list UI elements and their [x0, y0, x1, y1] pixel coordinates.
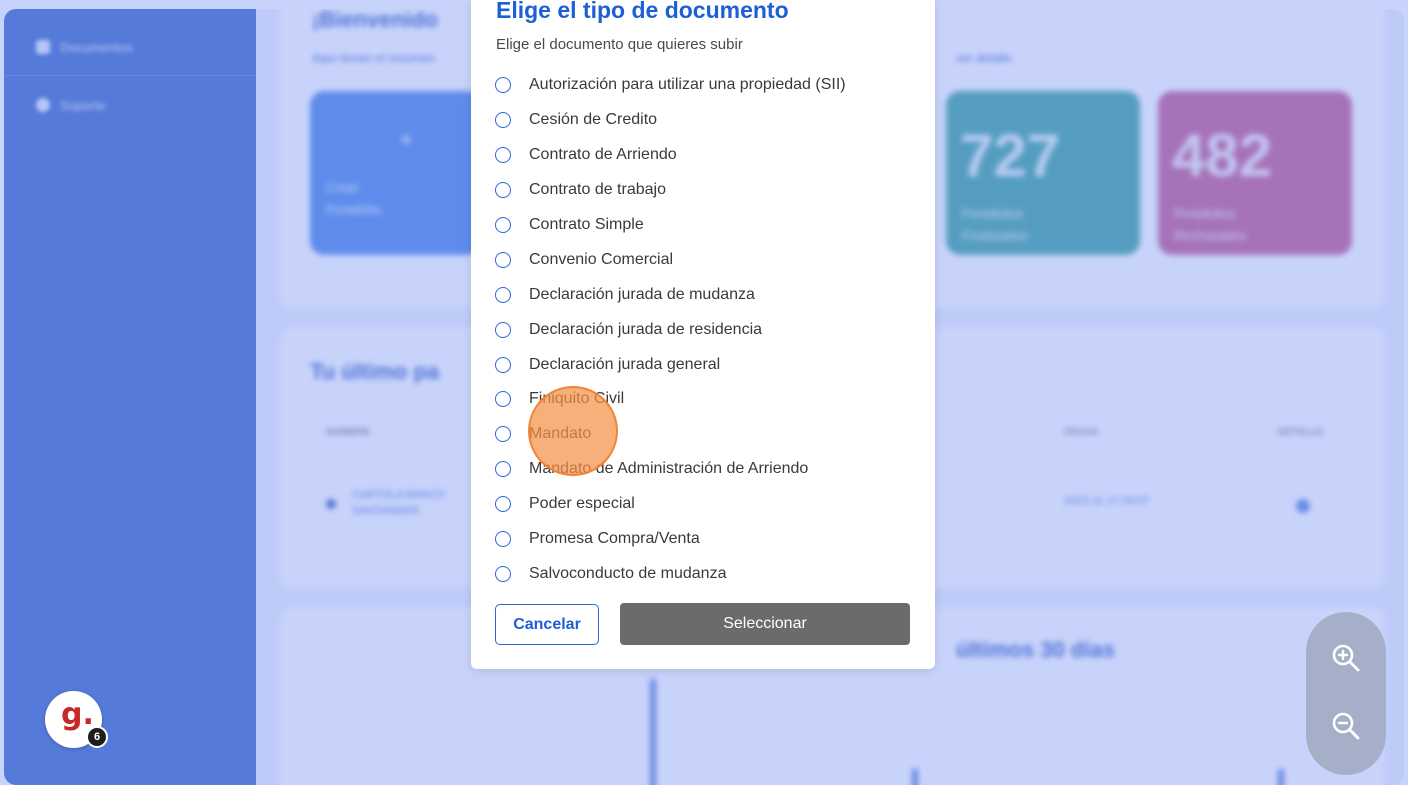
document-option[interactable]: Declaración jurada de residencia [495, 312, 915, 347]
document-option[interactable]: Contrato de trabajo [495, 173, 915, 208]
document-option-label: Poder especial [529, 495, 635, 513]
radio-button-icon[interactable] [495, 531, 511, 548]
document-option-label: Convenio Comercial [529, 250, 674, 268]
document-option[interactable]: Poder especial [495, 487, 915, 522]
select-button[interactable]: Seleccionar [620, 603, 910, 645]
document-option[interactable]: Salvoconducto de mudanza [495, 556, 915, 591]
step-count-badge: 6 [86, 726, 108, 748]
radio-button-icon[interactable] [495, 286, 511, 303]
click-indicator [528, 386, 618, 476]
document-option-label: Contrato Simple [529, 216, 644, 233]
radio-button-icon[interactable] [495, 391, 511, 408]
document-option-label: Salvoconducto de mudanza [529, 564, 727, 582]
radio-button-icon[interactable] [495, 217, 511, 233]
radio-button-icon[interactable] [495, 461, 511, 478]
zoom-in-icon[interactable] [1330, 642, 1362, 674]
document-option[interactable]: Autorización para utilizar una propiedad… [495, 68, 915, 103]
radio-button-icon[interactable] [495, 496, 511, 513]
radio-button-icon[interactable] [495, 77, 511, 94]
document-option-label: Contrato de trabajo [529, 181, 666, 199]
document-type-options: Autorización para utilizar una propiedad… [495, 68, 915, 591]
zoom-out-icon[interactable] [1330, 710, 1362, 742]
radio-button-icon[interactable] [495, 182, 511, 199]
document-option-label: Autorización para utilizar una propiedad… [529, 76, 846, 94]
document-option-label: Promesa Compra/Venta [529, 530, 700, 548]
zoom-controls [1306, 612, 1386, 775]
document-option-label: Cesión de Credito [529, 111, 658, 129]
radio-button-icon[interactable] [495, 251, 511, 268]
document-option-label: Declaración jurada de residencia [529, 320, 763, 338]
document-option[interactable]: Contrato Simple [495, 208, 915, 243]
logo-mark: g. [61, 697, 94, 732]
radio-button-icon[interactable] [495, 356, 511, 373]
modal-title: Elige el tipo de documento [496, 0, 789, 23]
document-option[interactable]: Cesión de Credito [495, 103, 915, 138]
document-option-label: Declaración jurada general [529, 355, 721, 373]
radio-button-icon[interactable] [495, 565, 511, 582]
radio-button-icon[interactable] [495, 112, 511, 129]
document-option-label: Contrato de Arriendo [529, 146, 677, 164]
document-option[interactable]: Declaración jurada de mudanza [495, 277, 915, 312]
modal-subtitle: Elige el documento que quieres subir [496, 36, 743, 53]
radio-button-icon[interactable] [495, 321, 511, 338]
document-type-modal: Elige el tipo de documento Elige el docu… [471, 0, 935, 669]
document-option[interactable]: Declaración jurada general [495, 347, 915, 382]
document-option-label: Declaración jurada de mudanza [529, 285, 755, 303]
cancel-button[interactable]: Cancelar [495, 604, 599, 645]
document-option[interactable]: Convenio Comercial [495, 242, 915, 277]
document-option[interactable]: Contrato de Arriendo [495, 138, 915, 173]
radio-button-icon[interactable] [495, 147, 511, 164]
document-option[interactable]: Promesa Compra/Venta [495, 522, 915, 557]
radio-button-icon[interactable] [495, 426, 511, 443]
